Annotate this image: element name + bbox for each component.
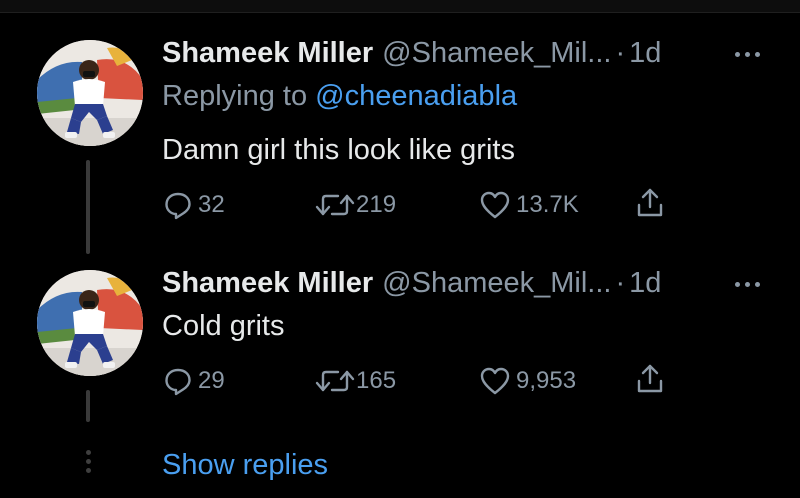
like-count: 13.7K [516, 191, 579, 218]
show-replies-link[interactable]: Show replies [162, 449, 328, 482]
reply-count: 32 [198, 191, 225, 218]
tweet-text: Damn girl this look like grits [162, 134, 515, 166]
retweet-icon [315, 194, 355, 216]
avatar-image [37, 40, 143, 146]
author-name[interactable]: Shameek Miller [162, 37, 373, 70]
like-button[interactable]: 9,953 [479, 366, 576, 396]
replying-prefix: Replying to [162, 80, 316, 112]
heart-icon [480, 367, 510, 395]
replying-to: Replying to @cheenadiabla [162, 80, 517, 113]
reply-count: 29 [198, 367, 225, 394]
retweet-count: 165 [356, 367, 397, 394]
retweet-button[interactable]: 219 [314, 190, 396, 220]
retweet-icon [315, 370, 355, 392]
header-separator: · [615, 266, 626, 299]
retweet-button[interactable]: 165 [314, 366, 396, 396]
share-button[interactable] [635, 188, 665, 218]
avatar[interactable] [37, 270, 143, 376]
author-handle[interactable]: @Shameek_Mil... [382, 37, 611, 70]
tweet-text: Cold grits [162, 310, 285, 342]
reply-button[interactable]: 29 [163, 366, 225, 396]
tweet-timestamp[interactable]: 1d [629, 37, 661, 70]
more-icon[interactable] [735, 279, 765, 289]
like-count: 9,953 [516, 367, 577, 394]
more-replies-dots-icon [84, 448, 94, 476]
tweet-timestamp[interactable]: 1d [629, 267, 661, 300]
share-icon [637, 364, 663, 393]
more-icon[interactable] [735, 49, 765, 59]
reply-icon [165, 192, 191, 220]
avatar[interactable] [37, 40, 143, 146]
tweet-header: Shameek Miller @Shameek_Mil... · 1d [162, 36, 661, 70]
share-button[interactable] [635, 364, 665, 394]
thread-line [86, 160, 90, 254]
header-separator: · [615, 36, 626, 69]
heart-icon [480, 191, 510, 219]
replying-to-mention[interactable]: @cheenadiabla [315, 80, 517, 112]
author-handle[interactable]: @Shameek_Mil... [382, 267, 611, 300]
top-divider [0, 0, 800, 13]
thread-line [86, 390, 90, 422]
share-icon [637, 188, 663, 217]
like-button[interactable]: 13.7K [479, 190, 579, 220]
reply-icon [165, 368, 191, 396]
reply-button[interactable]: 32 [163, 190, 225, 220]
avatar-image [37, 270, 143, 376]
author-name[interactable]: Shameek Miller [162, 267, 373, 300]
retweet-count: 219 [356, 191, 397, 218]
tweet-header: Shameek Miller @Shameek_Mil... · 1d [162, 266, 661, 300]
